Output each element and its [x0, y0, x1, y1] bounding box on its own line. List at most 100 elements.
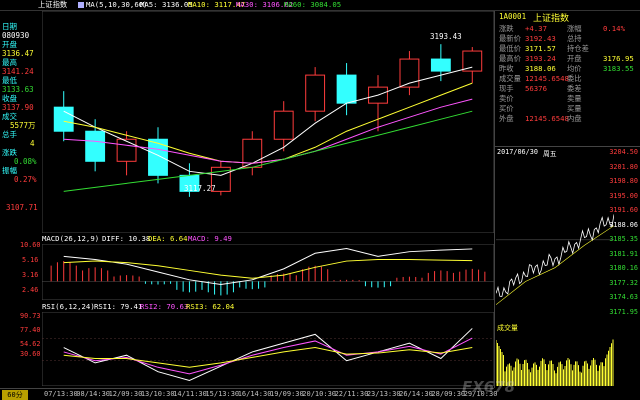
ma-label: MA(5,10,30,60) [86, 0, 148, 9]
amplitude-label: 振幅 [2, 166, 17, 175]
change-label: 涨跌 [2, 148, 17, 157]
intraday-axis-tick: 3191.60 [609, 206, 638, 214]
time-axis-label: 20/10:30 [302, 390, 336, 398]
intraday-axis-tick: 3201.80 [609, 162, 638, 171]
quote-panel: 涨跌 +4.37 涨幅 0.14% 最新价 3192.43 总持 最低价 3171.57 持仓差最… [494, 22, 640, 146]
quote-row: 现手 56376 委差 [495, 84, 640, 94]
macd-dea: DEA: 6.64 [148, 234, 188, 243]
macd-tick: 5.16 [22, 256, 39, 264]
intraday-axis-tick: 3177.32 [609, 278, 638, 287]
quote-row: 买价 买量 [495, 104, 640, 114]
quote-field-label: 均价 [567, 64, 582, 73]
macd-frame [42, 244, 494, 300]
quote-field-label: 委比 [567, 74, 582, 83]
volume-label: 成交 [2, 112, 17, 121]
quote-field-label: 买量 [567, 104, 582, 113]
macd-tick: 10.60 [20, 241, 41, 249]
chart-header: 上证指数 MA(5,10,30,60) MA5: 3136.05 MA10: 3… [0, 0, 640, 11]
quote-field-value: 3176.95 [603, 54, 634, 63]
time-axis-label: 12/09:30 [108, 390, 143, 398]
intraday-axis-tick: 3195.00 [609, 191, 638, 200]
quote-field-label: 内盘 [567, 114, 582, 123]
candle-body [273, 110, 294, 140]
quote-row: 外盘 12145.6548 内盘 [495, 114, 640, 124]
quote-field-value: 3171.57 [525, 44, 556, 53]
rsi3-value: RSI3: 62.04 [186, 302, 235, 311]
quote-field-value: +4.37 [525, 24, 547, 33]
time-axis-label: 08/14:30 [76, 390, 110, 398]
quote-row: 昨收 3188.06 均价 3183.55 [495, 64, 640, 74]
quote-field-value: 0.14% [603, 24, 625, 33]
time-axis-label: 14/11:30 [173, 390, 207, 398]
quote-row: 成交量 12145.6548 委比 [495, 74, 640, 84]
quote-field-value: 56376 [525, 84, 547, 93]
quote-field-label: 总持 [567, 34, 582, 43]
candlestick-chart[interactable]: 3193.43 3117.27 [42, 11, 494, 233]
quote-field-value: 12145.6548 [525, 74, 569, 83]
rsi2-value: RSI2: 70.63 [140, 302, 189, 311]
intraday-axis-tick: 3198.80 [609, 177, 638, 185]
quote-field-label: 卖价 [499, 94, 514, 103]
rsi1-value: RSI1: 79.41 [94, 302, 143, 311]
quote-field-label: 持仓差 [567, 44, 589, 53]
intraday-axis-tick: 3174.63 [609, 293, 638, 301]
quote-row: 卖价 卖量 [495, 94, 640, 104]
left-info-panel: 日期 080930 开盘 3136.47 最高 3141.24 最低 3133.… [0, 22, 42, 192]
period-button[interactable]: 60分 [2, 390, 28, 400]
candle-body [148, 138, 168, 176]
macd-diff: DIFF: 10.38 [102, 234, 151, 243]
date-label: 日期 [2, 22, 17, 31]
quote-field-label: 外盘 [499, 114, 514, 123]
rsi-tick: 30.60 [20, 350, 41, 358]
macd-title: MACD(26,12,9) [42, 234, 100, 243]
trough-price-label: 3117.27 [184, 184, 216, 193]
quote-field-label: 开盘 [567, 54, 582, 63]
quote-field-value: 12145.6548 [525, 114, 569, 123]
high-value: 3141.24 [2, 67, 34, 76]
quote-field-label: 最低价 [499, 44, 521, 53]
candle-body [53, 106, 74, 132]
quote-field-label: 卖量 [567, 94, 582, 103]
intraday-axis: 3204.50 3201.80 3198.80 3195.00 3191.60 3188.… [609, 146, 640, 326]
change-value: 0.08% [14, 157, 37, 166]
intraday-line-layer [496, 214, 614, 305]
amplitude-value: 0.27% [14, 175, 37, 184]
quote-row: 最低价 3171.57 持仓差 [495, 44, 640, 54]
time-axis-label: 28/09:30 [431, 390, 466, 398]
quote-field-label: 涨幅 [567, 24, 582, 33]
quote-row: 最新价 3192.43 总持 [495, 34, 640, 44]
macd-value: MACD: 9.49 [188, 234, 232, 243]
candle-body [305, 74, 326, 112]
intraday-date: 2017/06/30 [497, 148, 538, 156]
amount-value: 4 [30, 139, 35, 148]
quote-field-value: 3188.06 [525, 64, 556, 73]
open-value: 3136.47 [2, 49, 34, 58]
rsi-chart[interactable] [42, 312, 494, 386]
candle-body [462, 50, 483, 72]
rsi-tick: 77.40 [20, 326, 41, 334]
watermark-text: FX678 [462, 378, 516, 396]
time-axis-label: 07/13:30 [44, 390, 78, 398]
intraday-axis-tick: 3185.35 [609, 235, 638, 243]
amount-label: 总手 [2, 130, 17, 139]
quote-row: 最高价 3193.24 开盘 3176.95 [495, 54, 640, 64]
ma5-value: MA5: 3136.05 [140, 0, 193, 9]
high-label: 最高 [2, 58, 17, 67]
bottom-price-label: 3107.71 [6, 203, 38, 212]
intraday-chart[interactable] [496, 156, 614, 322]
ma60-value: MA60: 3084.05 [284, 0, 342, 9]
candle-body [430, 58, 451, 72]
quote-header: 1A0001 上证指数 [494, 11, 640, 24]
peak-price-label: 3193.43 [430, 32, 462, 41]
macd-tick: 2.46 [22, 286, 39, 294]
quote-field-label: 买价 [499, 104, 514, 113]
macd-chart[interactable] [42, 244, 494, 300]
macd-axis: 10.60 5.16 3.16 2.46 [0, 240, 42, 300]
quote-field-value: 3183.55 [603, 64, 634, 73]
quote-field-label: 现手 [499, 84, 514, 93]
quote-field-label: 委差 [567, 84, 582, 93]
main-chart-frame [42, 11, 494, 233]
quote-field-label: 最高价 [499, 54, 521, 63]
intraday-axis-tick: 3204.50 [609, 148, 638, 156]
quote-field-label: 最新价 [499, 34, 521, 43]
